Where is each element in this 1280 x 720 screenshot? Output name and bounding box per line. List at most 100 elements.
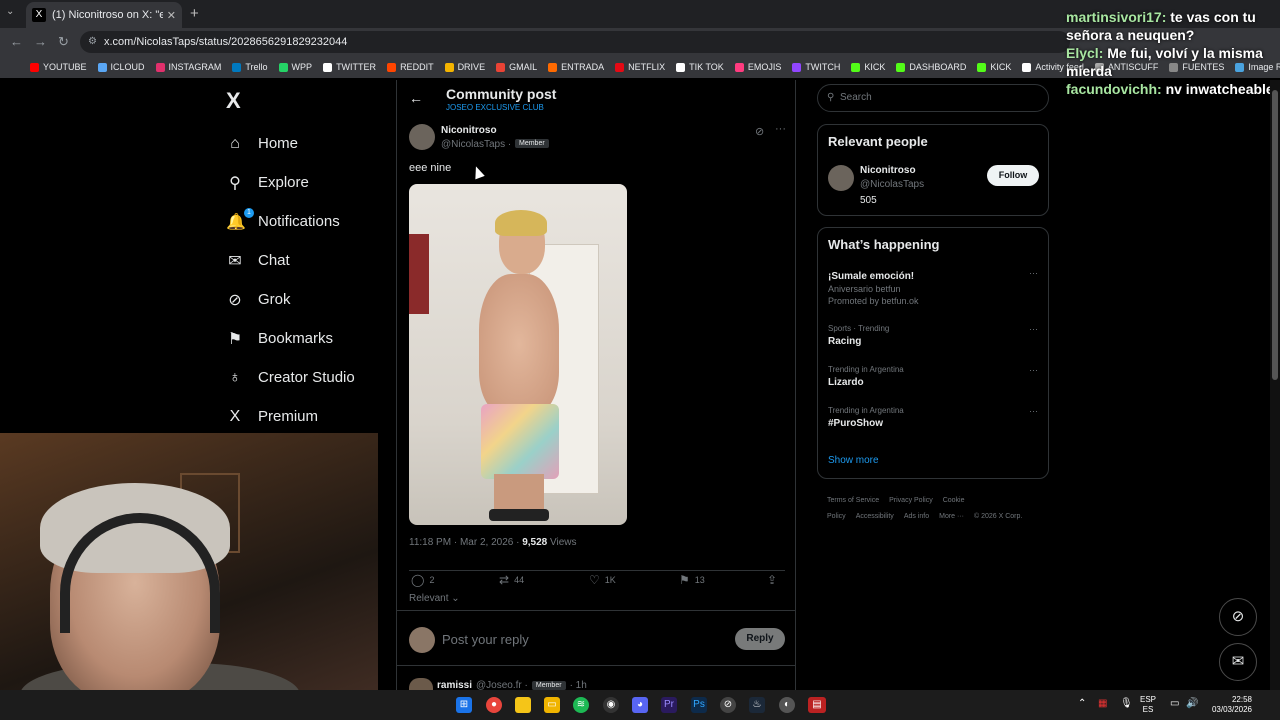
- sidebar-item-bookmarks[interactable]: ⚑ Bookmarks: [226, 319, 355, 358]
- search-input[interactable]: ⚲ Search: [817, 84, 1049, 112]
- bookmark-item[interactable]: NETFLIX: [615, 62, 665, 72]
- bookmark-action[interactable]: ⚑ 13: [679, 573, 705, 587]
- back-icon[interactable]: ←: [10, 34, 23, 49]
- sidebar-item-home[interactable]: ⌂ Home: [226, 124, 355, 163]
- show-more-link[interactable]: Show more: [828, 455, 879, 466]
- bookmark-item[interactable]: DRIVE: [444, 62, 485, 72]
- sidebar-item-notifications[interactable]: 🔔 1 Notifications: [226, 202, 355, 241]
- tab-close-icon[interactable]: ✕: [167, 9, 176, 22]
- messages-fab-icon[interactable]: ✉: [1219, 643, 1257, 681]
- reply-author-handle[interactable]: @Joseo.fr ·: [476, 680, 528, 691]
- reply-input[interactable]: Post your reply: [442, 632, 529, 647]
- back-arrow-icon[interactable]: ←: [409, 90, 423, 106]
- footer-link[interactable]: Ads info: [904, 513, 929, 520]
- trend-item[interactable]: ¡Sumale emoción! Aniversario betfun Promot…: [828, 268, 1038, 306]
- author-name[interactable]: Niconitroso: [441, 125, 497, 136]
- footer-link[interactable]: Accessibility: [856, 513, 894, 520]
- post-text: eee nine: [409, 162, 452, 174]
- more-options-icon[interactable]: ···: [775, 123, 786, 135]
- bookmark-item[interactable]: TIK TOK: [676, 62, 724, 72]
- author-avatar[interactable]: [409, 124, 435, 150]
- spotify-icon[interactable]: ≋: [573, 697, 589, 713]
- network-icon[interactable]: ▭: [1170, 699, 1179, 709]
- page-scrollbar[interactable]: [1270, 80, 1280, 690]
- tab-search-icon[interactable]: ⌄: [6, 6, 14, 17]
- bookmark-item[interactable]: TWITCH: [792, 62, 840, 72]
- more-options-icon[interactable]: ···: [1029, 365, 1038, 375]
- site-info-icon[interactable]: ⚙: [88, 31, 97, 53]
- reply-author-name[interactable]: ramissi: [437, 680, 472, 691]
- repost-action[interactable]: ⇄ 44: [499, 573, 524, 587]
- bookmark-item[interactable]: YOUTUBE: [30, 62, 87, 72]
- bookmark-item[interactable]: WPP: [278, 62, 312, 72]
- forward-icon[interactable]: →: [34, 34, 47, 49]
- sidebar-item-premium[interactable]: X Premium: [226, 397, 355, 436]
- language-indicator[interactable]: ESP ES: [1140, 695, 1156, 715]
- reply-sort-dropdown[interactable]: Relevant ⌄: [409, 593, 460, 604]
- bookmark-item[interactable]: INSTAGRAM: [155, 62, 221, 72]
- trend-item[interactable]: Trending in Argentina #PuroShow ···: [828, 406, 1038, 429]
- bookmark-item[interactable]: Trello: [232, 62, 268, 72]
- follow-button[interactable]: Follow: [987, 165, 1039, 186]
- volume-icon[interactable]: 🔊: [1186, 699, 1198, 709]
- sidebar-item-explore[interactable]: ⚲ Explore: [226, 163, 355, 202]
- bookmark-item[interactable]: KICK: [977, 62, 1011, 72]
- x-logo-icon[interactable]: X: [226, 88, 241, 114]
- voicemeeter-icon[interactable]: ▤: [808, 697, 826, 713]
- bookmark-item[interactable]: ICLOUD: [97, 62, 145, 72]
- footer-link[interactable]: © 2026 X Corp.: [974, 513, 1022, 520]
- grok-icon[interactable]: ⊘: [755, 125, 764, 138]
- author-handle[interactable]: @NicolasTaps ·: [441, 139, 511, 150]
- footer-link[interactable]: More ···: [939, 513, 964, 520]
- more-options-icon[interactable]: ···: [1029, 324, 1038, 334]
- browser-tab[interactable]: X (1) Niconitroso on X: "eee nine ✕: [26, 2, 182, 28]
- sticky-notes-icon[interactable]: [515, 697, 531, 713]
- start-icon[interactable]: ⊞: [456, 697, 472, 713]
- url-input[interactable]: ⚙ x.com/NicolasTaps/status/2028656291829…: [80, 31, 1070, 53]
- bookmark-item[interactable]: DASHBOARD: [896, 62, 966, 72]
- premiere-icon[interactable]: Pr: [661, 697, 677, 713]
- bookmark-item[interactable]: REDDIT: [387, 62, 434, 72]
- clock[interactable]: 22:58 03/03/2026: [1210, 695, 1252, 715]
- trend-item[interactable]: Trending in Argentina Lizardo ···: [828, 365, 1038, 388]
- discord-icon[interactable]: ◕: [632, 697, 648, 713]
- like-action[interactable]: ♡ 1K: [589, 573, 616, 587]
- relevant-person-avatar[interactable]: [828, 165, 854, 191]
- bookmark-item[interactable]: ENTRADA: [548, 62, 604, 72]
- relevant-person-name[interactable]: Niconitroso: [860, 165, 916, 176]
- tray-overflow-icon[interactable]: ⌃: [1078, 699, 1086, 709]
- reply-button[interactable]: Reply: [735, 628, 785, 650]
- post-image[interactable]: [409, 184, 627, 525]
- more-options-icon[interactable]: ···: [1029, 268, 1038, 278]
- app-icon[interactable]: ⊘: [720, 697, 736, 713]
- sidebar-item-label: Notifications: [258, 213, 340, 230]
- bookmark-item[interactable]: EMOJIS: [734, 62, 781, 72]
- reply-action[interactable]: ◯ 2: [411, 573, 434, 587]
- relevant-person-handle[interactable]: @NicolasTaps: [860, 179, 924, 190]
- obs-icon[interactable]: ◉: [603, 697, 619, 713]
- bookmark-item[interactable]: TWITTER: [323, 62, 376, 72]
- steam-icon[interactable]: ♨: [749, 697, 765, 713]
- more-options-icon[interactable]: ···: [1029, 406, 1038, 416]
- chrome-icon[interactable]: ●: [486, 697, 502, 713]
- footer-link[interactable]: Terms of Service: [827, 497, 879, 504]
- grok-fab-icon[interactable]: ⊘: [1219, 598, 1257, 636]
- reload-icon[interactable]: ↻: [58, 34, 69, 50]
- microphone-icon[interactable]: 🎙: [1120, 699, 1133, 709]
- photoshop-icon[interactable]: Ps: [691, 697, 707, 713]
- share-action[interactable]: ⇪: [767, 573, 782, 587]
- sidebar-item-chat[interactable]: ✉ Chat: [226, 241, 355, 280]
- bookmark-item[interactable]: GMAIL: [496, 62, 537, 72]
- footer-link[interactable]: Privacy Policy: [889, 497, 933, 504]
- file-explorer-icon[interactable]: ▭: [544, 697, 560, 713]
- edge-icon[interactable]: ◐: [779, 697, 795, 713]
- bookmark-item[interactable]: KICK: [851, 62, 885, 72]
- sidebar-item-grok[interactable]: ⊘ Grok: [226, 280, 355, 319]
- community-name-link[interactable]: JOSEO EXCLUSIVE CLUB: [446, 103, 544, 112]
- trend-item[interactable]: Sports · Trending Racing ···: [828, 324, 1038, 347]
- new-tab-button[interactable]: +: [190, 5, 199, 22]
- tray-app-icon[interactable]: ▦: [1098, 699, 1107, 709]
- post-timestamp[interactable]: 11:18 PM · Mar 2, 2026 ·: [409, 537, 519, 548]
- sidebar-item-creator-studio[interactable]: ♁ Creator Studio: [226, 358, 355, 397]
- scrollbar-thumb[interactable]: [1272, 90, 1278, 380]
